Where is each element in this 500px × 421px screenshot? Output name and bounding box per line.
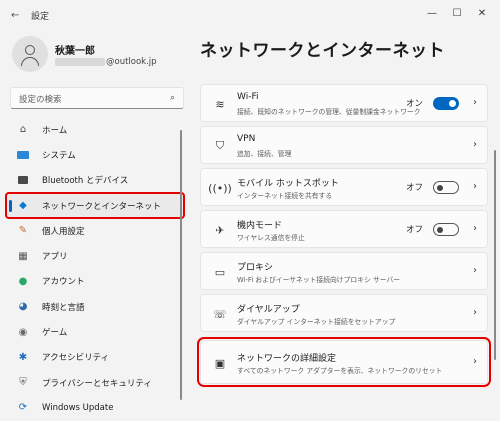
card-description: インターネット接続を共有する <box>237 192 333 200</box>
airplane-toggle[interactable] <box>433 223 459 236</box>
sidebar-item-bluetooth[interactable]: Bluetooth とデバイス <box>6 168 184 193</box>
hotspot-icon: ((•)) <box>208 181 232 195</box>
back-arrow-icon[interactable]: ← <box>11 10 19 21</box>
search-input[interactable]: 設定の検索 ⌕ <box>10 87 184 109</box>
wifi-icon: ≋ <box>215 97 225 111</box>
card-airplane-mode[interactable]: ✈ 機内モード ワイヤレス通信を停止 オフ › <box>200 210 488 248</box>
update-icon: ⟳ <box>18 402 28 414</box>
chevron-right-icon: › <box>473 265 477 276</box>
card-wifi[interactable]: ≋ Wi-Fi 接続、既知のネットワークの管理、従量制課金ネットワーク オン › <box>200 84 488 122</box>
settings-list: ≋ Wi-Fi 接続、既知のネットワークの管理、従量制課金ネットワーク オン ›… <box>197 84 491 388</box>
gamepad-icon: ◉ <box>18 326 28 338</box>
person-icon <box>25 45 35 55</box>
chevron-right-icon: › <box>473 307 477 318</box>
chevron-right-icon: › <box>473 223 477 234</box>
sidebar-item-network[interactable]: ◆ ネットワークとインターネット <box>5 191 185 220</box>
network-pc-icon: ▣ <box>214 356 226 370</box>
card-description: すべてのネットワーク アダプターを表示、ネットワークのリセット <box>237 367 443 375</box>
sidebar-item-home[interactable]: ⌂ ホーム <box>6 117 184 142</box>
chevron-right-icon: › <box>473 139 477 150</box>
card-description: Wi-Fi およびイーサネット接続向けプロキシ サーバー <box>237 276 401 284</box>
page-title: ネットワークとインターネット <box>200 41 445 61</box>
card-title: Wi-Fi <box>237 92 259 102</box>
card-title: プロキシ <box>237 263 274 273</box>
user-name: 秋葉一郎 <box>55 46 95 57</box>
user-email: @outlook.jp <box>55 57 157 67</box>
card-title: 機内モード <box>237 221 283 231</box>
sidebar-scrollbar[interactable] <box>180 130 182 400</box>
avatar[interactable] <box>12 36 48 72</box>
sidebar-item-time-language[interactable]: ◕ 時刻と言語 <box>6 294 184 319</box>
card-proxy[interactable]: ▭ プロキシ Wi-Fi およびイーサネット接続向けプロキシ サーバー › <box>200 252 488 290</box>
card-description: 接続、既知のネットワークの管理、従量制課金ネットワーク <box>237 108 421 116</box>
active-indicator <box>9 199 12 212</box>
clock-globe-icon: ◕ <box>18 301 28 313</box>
toggle-state-label: オン <box>405 99 423 109</box>
maximize-button[interactable]: ☐ <box>447 5 467 23</box>
shield-icon: ⛨ <box>19 377 27 389</box>
sidebar-item-accessibility[interactable]: ✱ アクセシビリティ <box>6 345 184 370</box>
close-button[interactable]: ✕ <box>472 5 492 23</box>
card-title: ネットワークの詳細設定 <box>237 354 337 364</box>
minimize-button[interactable]: — <box>422 5 442 23</box>
sidebar-item-accounts[interactable]: ● アカウント <box>6 269 184 294</box>
card-title: モバイル ホットスポット <box>237 179 339 189</box>
proxy-icon: ▭ <box>214 265 226 279</box>
card-description: 追加、接続、管理 <box>237 150 292 158</box>
sidebar-item-system[interactable]: システム <box>6 142 184 167</box>
wifi-toggle[interactable] <box>433 97 459 110</box>
dialup-icon: ☏ <box>213 307 227 321</box>
vpn-shield-icon: ⛉ <box>215 139 225 152</box>
brush-icon: ✎ <box>18 225 28 237</box>
accessibility-icon: ✱ <box>18 351 28 363</box>
chevron-right-icon: › <box>473 356 477 367</box>
window-title: 設定 <box>31 12 50 22</box>
chevron-right-icon: › <box>473 97 477 108</box>
home-icon: ⌂ <box>19 124 27 136</box>
card-title: ダイヤルアップ <box>237 305 300 315</box>
chevron-right-icon: › <box>473 181 477 192</box>
search-icon: ⌕ <box>169 93 175 103</box>
redacted-email-prefix <box>55 58 105 66</box>
card-dialup[interactable]: ☏ ダイヤルアップ ダイヤルアップ インターネット接続をセットアップ › <box>200 294 488 332</box>
title-bar: ← 設定 — ☐ ✕ <box>0 0 500 30</box>
sidebar-item-apps[interactable]: ▦ アプリ <box>6 243 184 268</box>
card-advanced-network-settings[interactable]: ▣ ネットワークの詳細設定 すべてのネットワーク アダプターを表示、ネットワーク… <box>197 337 491 387</box>
wifi-icon: ◆ <box>19 200 27 212</box>
system-icon <box>16 148 30 162</box>
bluetooth-icon <box>16 173 30 187</box>
card-description: ワイヤレス通信を停止 <box>237 234 305 242</box>
card-description: ダイヤルアップ インターネット接続をセットアップ <box>237 318 396 326</box>
sidebar-nav: ⌂ ホーム システム Bluetooth とデバイス ◆ ネットワークとインター… <box>5 117 185 421</box>
card-title: VPN <box>237 134 256 144</box>
card-vpn[interactable]: ⛉ VPN 追加、接続、管理 › <box>200 126 488 164</box>
main-scrollbar[interactable] <box>494 150 496 360</box>
search-placeholder: 設定の検索 <box>19 95 62 105</box>
account-icon: ● <box>18 275 28 287</box>
card-mobile-hotspot[interactable]: ((•)) モバイル ホットスポット インターネット接続を共有する オフ › <box>200 168 488 206</box>
hotspot-toggle[interactable] <box>433 181 459 194</box>
apps-icon: ▦ <box>18 250 28 262</box>
sidebar-item-gaming[interactable]: ◉ ゲーム <box>6 319 184 344</box>
sidebar-item-privacy[interactable]: ⛨ プライバシーとセキュリティ <box>6 370 184 395</box>
toggle-state-label: オフ <box>405 183 423 193</box>
airplane-icon: ✈ <box>215 223 225 237</box>
toggle-state-label: オフ <box>405 225 423 235</box>
sidebar-item-personalization[interactable]: ✎ 個人用設定 <box>6 218 184 243</box>
sidebar-item-windows-update[interactable]: ⟳ Windows Update <box>6 395 184 420</box>
